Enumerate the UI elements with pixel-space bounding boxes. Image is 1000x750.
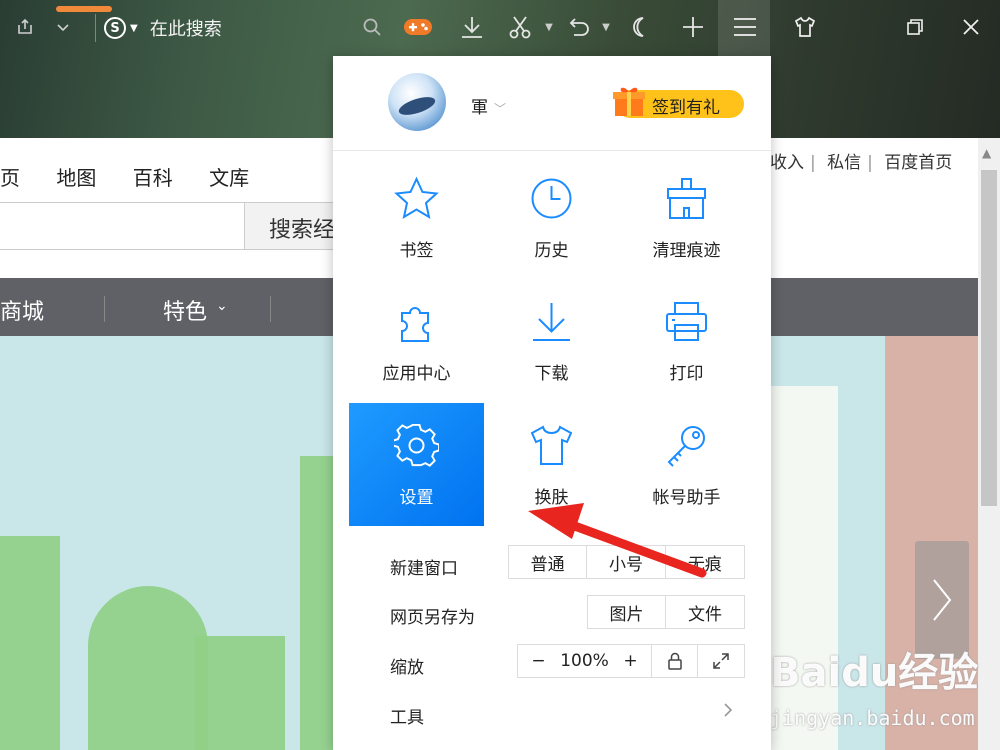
- sogou-logo-icon[interactable]: S: [104, 17, 126, 39]
- browser-main-menu: 軍 ﹀ 签到有礼 书签 历史 清理痕迹 应用中心 下载 打印 设置 换肤 帐号助…: [333, 56, 771, 750]
- gamepad-icon[interactable]: [403, 12, 433, 42]
- category-featured[interactable]: 特色: [163, 294, 207, 326]
- save-as-image[interactable]: 图片: [588, 596, 666, 628]
- lock-icon[interactable]: [652, 645, 698, 677]
- nav-link[interactable]: 页: [0, 166, 20, 190]
- menu-item-label: 打印: [669, 364, 704, 384]
- clock-icon: [531, 178, 572, 219]
- chevron-right-icon[interactable]: [723, 702, 733, 723]
- gift-icon: [613, 87, 645, 116]
- menu-item-clear-traces[interactable]: 清理痕迹: [619, 156, 754, 279]
- undo-icon[interactable]: [563, 12, 593, 42]
- gear-icon: [394, 423, 439, 467]
- link-messages[interactable]: 私信: [827, 153, 861, 173]
- category-mall[interactable]: 商城: [0, 294, 44, 326]
- page-search-input[interactable]: [0, 202, 245, 250]
- plus-icon[interactable]: [678, 12, 708, 42]
- save-as-options: 图片 文件: [587, 595, 745, 629]
- page-nav: 页 地图 百科 文库: [0, 162, 279, 191]
- printer-icon: [666, 302, 707, 341]
- page-search-button[interactable]: 搜索经: [244, 202, 334, 250]
- fullscreen-icon[interactable]: [698, 645, 744, 677]
- menu-item-history[interactable]: 历史: [484, 156, 619, 279]
- menu-item-label: 设置: [399, 488, 434, 508]
- share-icon[interactable]: [10, 12, 40, 42]
- zoom-label: 缩放: [390, 658, 424, 678]
- new-window-label: 新建窗口: [390, 559, 458, 579]
- zoom-out-button[interactable]: −: [531, 651, 545, 671]
- save-as-label: 网页另存为: [390, 608, 475, 628]
- checkin-label: 签到有礼: [652, 98, 720, 118]
- menu-item-bookmarks[interactable]: 书签: [349, 156, 484, 279]
- chevron-down-icon[interactable]: [48, 12, 78, 42]
- link-baidu-home[interactable]: 百度首页: [884, 153, 952, 173]
- menu-item-label: 书签: [399, 241, 434, 261]
- menu-item-label: 下载: [534, 364, 569, 384]
- search-box[interactable]: S ▼ 在此搜索: [96, 10, 390, 46]
- broom-icon: [667, 178, 706, 219]
- menu-item-print[interactable]: 打印: [619, 279, 754, 402]
- user-row: 軍 ﹀ 签到有礼: [333, 56, 771, 151]
- tshirt-icon: [530, 425, 573, 465]
- scrollbar-thumb[interactable]: [981, 170, 997, 506]
- skin-icon[interactable]: [790, 12, 820, 42]
- watermark-url: jingyan.baidu.com: [770, 706, 975, 730]
- zoom-stepper: − 100% +: [518, 645, 652, 677]
- menu-item-app-center[interactable]: 应用中心: [349, 279, 484, 402]
- menu-item-label: 历史: [534, 241, 569, 261]
- top-right-links: 收入 | 私信 | 百度首页: [770, 153, 953, 173]
- search-input[interactable]: 在此搜索: [150, 15, 222, 41]
- search-icon[interactable]: [362, 17, 382, 41]
- avatar[interactable]: [388, 73, 446, 131]
- menu-icon[interactable]: [730, 12, 760, 42]
- menu-item-label: 应用中心: [382, 364, 451, 384]
- annotation-arrow-icon: [528, 503, 707, 578]
- watermark-logo: Baidu经验: [770, 650, 979, 696]
- nav-link-wenku[interactable]: 文库: [209, 166, 249, 190]
- scrollbar[interactable]: ▲: [978, 138, 1000, 750]
- zoom-in-button[interactable]: +: [623, 651, 637, 671]
- scroll-up-icon[interactable]: ▲: [982, 146, 991, 160]
- scissors-caret-icon[interactable]: ▼: [534, 12, 564, 42]
- engine-caret-icon[interactable]: ▼: [130, 23, 138, 34]
- link-income[interactable]: 收入: [770, 153, 804, 173]
- scissors-icon[interactable]: [505, 12, 535, 42]
- tools-label[interactable]: 工具: [390, 703, 424, 728]
- zoom-value: 100%: [560, 651, 609, 671]
- checkin-button[interactable]: 签到有礼: [613, 87, 744, 118]
- menu-item-settings[interactable]: 设置: [349, 403, 484, 526]
- nav-link-map[interactable]: 地图: [56, 166, 96, 190]
- puzzle-icon: [401, 307, 429, 342]
- save-as-file[interactable]: 文件: [666, 596, 744, 628]
- key-icon: [667, 426, 705, 467]
- nav-link-baike[interactable]: 百科: [133, 166, 173, 190]
- menu-item-label: 清理痕迹: [652, 241, 721, 261]
- moon-icon[interactable]: [624, 12, 654, 42]
- chevron-down-icon: ﹀: [494, 102, 507, 116]
- username[interactable]: 軍 ﹀: [471, 93, 506, 118]
- close-icon[interactable]: [956, 12, 986, 42]
- menu-item-download[interactable]: 下载: [484, 279, 619, 402]
- download-icon[interactable]: [457, 12, 487, 42]
- star-icon: [394, 176, 439, 220]
- chevron-down-icon: ⌄: [216, 298, 228, 314]
- undo-caret-icon[interactable]: ▼: [591, 12, 621, 42]
- download-icon: [533, 303, 570, 341]
- restore-icon[interactable]: [900, 12, 930, 42]
- zoom-controls: − 100% +: [517, 644, 745, 678]
